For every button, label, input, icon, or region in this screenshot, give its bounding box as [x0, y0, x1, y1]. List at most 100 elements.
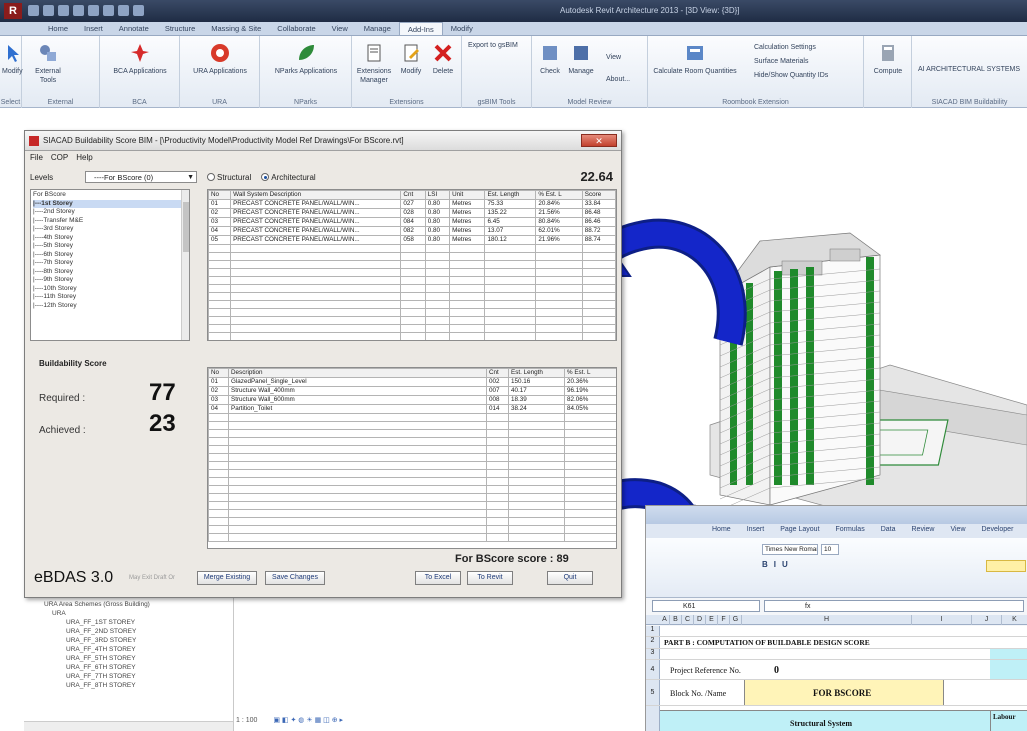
project-ref-value[interactable]: 0	[774, 665, 779, 676]
column-header[interactable]: % Est. L	[564, 368, 616, 378]
ribbon-tab-home[interactable]: Home	[40, 22, 76, 35]
table-row[interactable]	[208, 421, 616, 430]
tree-node[interactable]: |----5th Storey	[33, 242, 187, 251]
table-row[interactable]	[208, 509, 616, 518]
table-row[interactable]	[208, 292, 616, 301]
ura-applications-button[interactable]: URA Applications	[184, 42, 256, 76]
table-row[interactable]	[208, 308, 616, 317]
architectural-radio[interactable]: Architectural	[261, 173, 316, 182]
print-icon[interactable]	[88, 5, 99, 16]
browser-item[interactable]: URA_FF_3RD STOREY	[44, 636, 233, 645]
hide-show-quantity-ids-button[interactable]: Hide/Show Quantity IDs	[754, 72, 828, 79]
table-row[interactable]	[208, 284, 616, 293]
table-row[interactable]: 04 Partition_Toilet 014 38.24 84.05%	[208, 404, 616, 414]
tree-node[interactable]: |----12th Storey	[33, 302, 187, 311]
horizontal-scrollbar[interactable]	[24, 721, 233, 731]
levels-dropdown[interactable]: ----For BScore (0) ▼	[85, 171, 197, 183]
extensions-delete-button[interactable]: Delete	[428, 42, 458, 76]
tree-node[interactable]: |---1st Storey	[33, 199, 187, 208]
table-row[interactable]	[208, 493, 616, 502]
table-row[interactable]	[208, 525, 616, 534]
table-row[interactable]: 02 PRECAST CONCRETE PANEL/WALL/WIN... 028 0…	[208, 208, 616, 218]
table-row[interactable]	[208, 252, 616, 261]
column-header[interactable]: No	[208, 190, 232, 200]
table-row[interactable]	[208, 453, 616, 462]
table-row[interactable]	[208, 332, 616, 340]
table-row[interactable]: 03 Structure Wall_600mm 008 18.39 82.06%	[208, 395, 616, 405]
surface-materials-button[interactable]: Surface Materials	[754, 58, 808, 65]
excel-tab[interactable]: Home	[706, 524, 737, 538]
ribbon-tab-add-ins[interactable]: Add-Ins	[398, 22, 443, 35]
column-header[interactable]: C	[682, 615, 694, 625]
structural-radio[interactable]: Structural	[207, 173, 251, 182]
column-header[interactable]: No	[208, 368, 229, 378]
quit-button[interactable]: Quit	[547, 571, 593, 585]
tree-node[interactable]: |----9th Storey	[33, 276, 187, 285]
tree-node[interactable]: |----4th Storey	[33, 234, 187, 243]
excel-tab[interactable]: Developer	[976, 524, 1020, 538]
save-icon[interactable]	[43, 5, 54, 16]
excel-tab[interactable]: Formulas	[830, 524, 871, 538]
column-header[interactable]: Score	[581, 190, 616, 200]
font-name-select[interactable]: Times New Roman	[762, 544, 818, 555]
font-size-select[interactable]: 10	[821, 544, 839, 555]
to-revit-button[interactable]: To Revit	[467, 571, 513, 585]
bca-applications-button[interactable]: BCA Applications	[104, 42, 176, 76]
ai-architectural-systems-button[interactable]: AI ARCHITECTURAL SYSTEMS	[918, 66, 1020, 73]
browser-item[interactable]: URA_FF_8TH STOREY	[44, 681, 233, 690]
excel-tab[interactable]: Data	[875, 524, 902, 538]
formula-bar[interactable]: fx	[764, 600, 1024, 612]
ribbon-tab-modify[interactable]: Modify	[443, 22, 481, 35]
column-header[interactable]: I	[912, 615, 972, 625]
table-row[interactable]	[208, 517, 616, 526]
column-header[interactable]: Unit	[449, 190, 486, 200]
extensions-manager-button[interactable]: Extensions Manager	[356, 42, 392, 85]
close-button[interactable]: ✕	[581, 134, 617, 147]
column-header[interactable]: G	[730, 615, 742, 625]
table-row[interactable]	[208, 324, 616, 333]
column-header[interactable]: Description	[228, 368, 487, 378]
tree-node[interactable]: For BScore	[33, 191, 187, 200]
table-row[interactable]	[208, 461, 616, 470]
menu-help[interactable]: Help	[76, 151, 92, 164]
table-row[interactable]	[208, 437, 616, 446]
tree-node[interactable]: |----10th Storey	[33, 285, 187, 294]
table-row[interactable]: 05 PRECAST CONCRETE PANEL/WALL/WIN... 058 0…	[208, 235, 616, 245]
block-name-value[interactable]: FOR BSCORE	[813, 688, 871, 698]
table-row[interactable]	[208, 413, 616, 422]
table-row[interactable]: 01 GlazedPanel_Single_Level 002 150.16 20.36…	[208, 377, 616, 387]
tree-node[interactable]: |----7th Storey	[33, 259, 187, 268]
tree-node[interactable]: |----Transfer M&E	[33, 217, 187, 226]
column-header[interactable]: B	[670, 615, 682, 625]
tree-node[interactable]: |----6th Storey	[33, 251, 187, 260]
browser-item[interactable]: URA	[44, 609, 233, 618]
table-row[interactable]	[208, 276, 616, 285]
column-header[interactable]: K	[1002, 615, 1027, 625]
table-row[interactable]	[208, 501, 616, 510]
table-row[interactable]	[208, 244, 616, 253]
browser-item[interactable]: URA_FF_4TH STOREY	[44, 645, 233, 654]
compute-button[interactable]: Compute	[868, 42, 908, 76]
column-header[interactable]: Cnt	[400, 190, 426, 200]
menu-file[interactable]: File	[30, 151, 43, 164]
calculate-room-quantities-button[interactable]: Calculate Room Quantities	[652, 42, 738, 76]
column-header[interactable]: % Est. L	[535, 190, 583, 200]
undo-icon[interactable]	[58, 5, 69, 16]
calculation-settings-button[interactable]: Calculation Settings	[754, 44, 816, 51]
ribbon-tab-insert[interactable]: Insert	[76, 22, 111, 35]
export-gsbim-button[interactable]: Export to gsBIM	[468, 42, 518, 49]
name-box[interactable]: K61	[652, 600, 760, 612]
browser-item[interactable]: URA_FF_1ST STOREY	[44, 618, 233, 627]
column-header[interactable]: Est. Length	[484, 190, 537, 200]
about-button[interactable]: About...	[606, 76, 630, 83]
3d-view-icon[interactable]	[133, 5, 144, 16]
browser-item[interactable]: URA_FF_2ND STOREY	[44, 627, 233, 636]
measure-icon[interactable]	[103, 5, 114, 16]
bold-italic-underline-buttons[interactable]: BIU	[762, 560, 794, 569]
tree-node[interactable]: |----11th Storey	[33, 293, 187, 302]
check-button[interactable]: Check	[536, 42, 564, 76]
revit-app-button[interactable]: R	[4, 3, 22, 19]
view-button[interactable]: View	[606, 54, 621, 61]
table-row[interactable]	[208, 300, 616, 309]
ribbon-tab-collaborate[interactable]: Collaborate	[269, 22, 323, 35]
